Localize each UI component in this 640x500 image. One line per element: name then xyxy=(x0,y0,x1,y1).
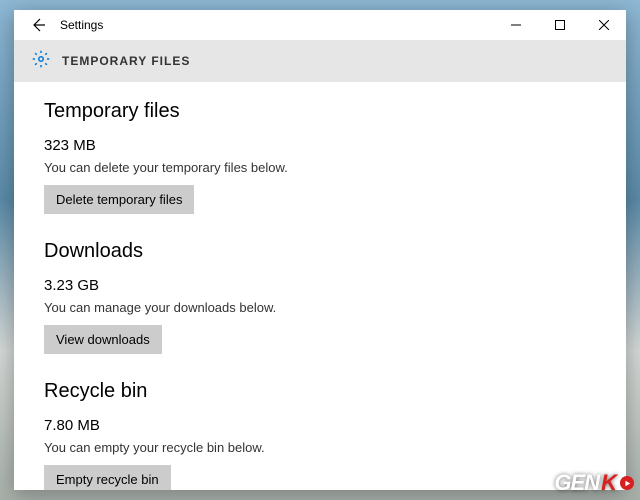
downloads-size: 3.23 GB xyxy=(44,277,596,294)
window-controls xyxy=(494,10,626,40)
view-downloads-button[interactable]: View downloads xyxy=(44,325,162,354)
titlebar: Settings xyxy=(14,10,626,40)
downloads-desc: You can manage your downloads below. xyxy=(44,300,596,315)
watermark-text-prefix: GEN xyxy=(554,470,599,496)
section-title-temp: Temporary files xyxy=(44,100,596,123)
back-button[interactable] xyxy=(22,10,54,40)
recycle-desc: You can empty your recycle bin below. xyxy=(44,440,596,455)
empty-recycle-bin-button[interactable]: Empty recycle bin xyxy=(44,465,171,490)
maximize-button[interactable] xyxy=(538,10,582,40)
recycle-bin-section: Recycle bin 7.80 MB You can empty your r… xyxy=(44,380,596,490)
temp-desc: You can delete your temporary files belo… xyxy=(44,160,596,175)
page-header: TEMPORARY FILES xyxy=(14,40,626,82)
recycle-size: 7.80 MB xyxy=(44,417,596,434)
minimize-icon xyxy=(511,20,521,30)
settings-window: Settings TEMPORARY FILES Temporary files… xyxy=(14,10,626,490)
minimize-button[interactable] xyxy=(494,10,538,40)
watermark-play-icon xyxy=(620,476,634,490)
close-button[interactable] xyxy=(582,10,626,40)
section-title-downloads: Downloads xyxy=(44,240,596,263)
watermark-text-suffix: K xyxy=(601,470,616,496)
close-icon xyxy=(599,20,609,30)
back-arrow-icon xyxy=(30,17,46,33)
section-title-recycle: Recycle bin xyxy=(44,380,596,403)
content-area: Temporary files 323 MB You can delete yo… xyxy=(14,82,626,490)
temp-size: 323 MB xyxy=(44,137,596,154)
window-title: Settings xyxy=(60,18,103,32)
delete-temp-files-button[interactable]: Delete temporary files xyxy=(44,185,194,214)
downloads-section: Downloads 3.23 GB You can manage your do… xyxy=(44,240,596,354)
page-title: TEMPORARY FILES xyxy=(62,54,190,68)
gear-icon xyxy=(32,50,50,73)
maximize-icon xyxy=(555,20,565,30)
watermark-logo: GENK xyxy=(554,470,634,496)
temporary-files-section: Temporary files 323 MB You can delete yo… xyxy=(44,100,596,214)
